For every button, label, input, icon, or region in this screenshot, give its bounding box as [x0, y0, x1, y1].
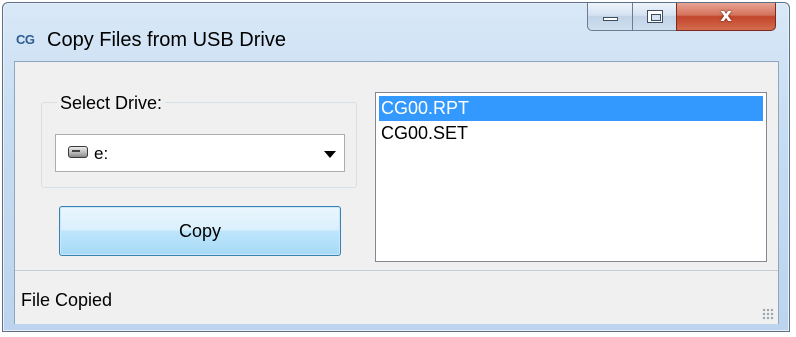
app-window: CG Copy Files from USB Drive x Select Dr… [2, 2, 790, 332]
title-bar[interactable]: CG Copy Files from USB Drive x [3, 3, 789, 61]
maximize-icon [647, 10, 663, 23]
minimize-button[interactable] [587, 3, 633, 31]
close-icon: x [720, 5, 732, 26]
drive-select-value: e: [94, 144, 109, 163]
select-drive-label: Select Drive: [57, 92, 166, 114]
status-text: File Copied [21, 290, 113, 310]
list-item[interactable]: CG00.SET [379, 121, 763, 146]
maximize-button[interactable] [632, 3, 677, 31]
close-button[interactable]: x [676, 3, 776, 31]
drive-select[interactable]: e: [55, 134, 345, 172]
status-bar: File Copied [15, 270, 778, 324]
file-list[interactable]: CG00.RPT CG00.SET [375, 92, 767, 262]
minimize-icon [603, 17, 618, 21]
copy-button[interactable]: Copy [59, 206, 341, 256]
chevron-down-icon[interactable] [324, 151, 336, 158]
client-area: Select Drive: e: Copy CG00.RPT CG00.SET … [14, 61, 779, 324]
app-logo-icon: CG [16, 32, 35, 47]
list-item[interactable]: CG00.RPT [379, 96, 763, 121]
usb-drive-icon [68, 146, 88, 158]
resize-grip-icon[interactable] [762, 308, 774, 320]
window-title: Copy Files from USB Drive [47, 29, 286, 51]
